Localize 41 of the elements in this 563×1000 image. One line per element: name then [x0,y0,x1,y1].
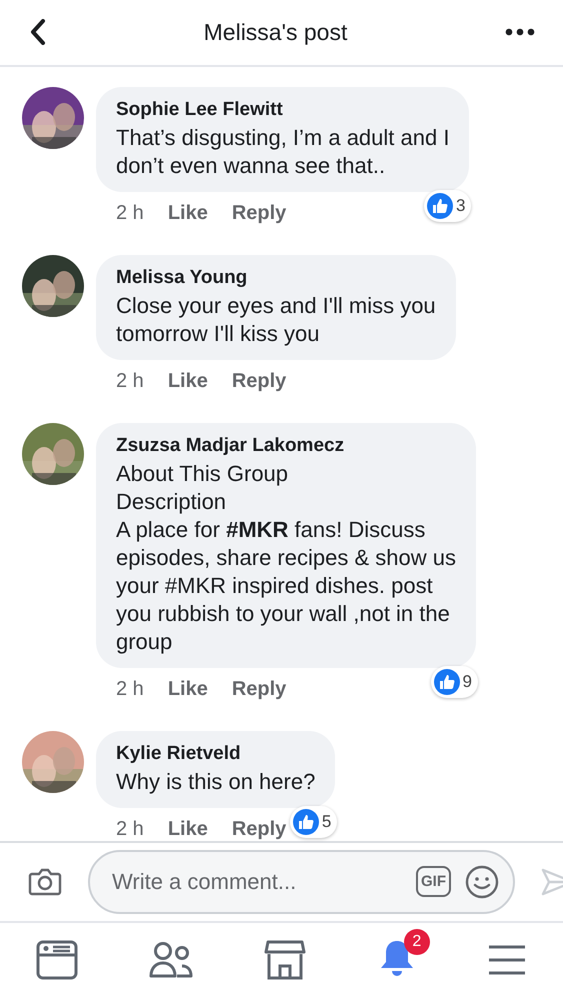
author-name[interactable]: Kylie Rietveld [116,742,316,765]
reaction-count: 5 [322,812,332,832]
comment-text: That’s disgusting, I’m a adult and I don’t even wanna see that.. [116,124,450,180]
like-link[interactable]: Like [168,202,208,225]
author-name[interactable]: Melissa Young [116,266,436,289]
reply-link[interactable]: Reply [232,818,286,841]
thumbs-up-icon [292,808,319,835]
thumbs-up-icon [426,192,453,219]
author-name[interactable]: Sophie Lee Flewitt [116,98,450,121]
reply-link[interactable]: Reply [232,370,286,393]
reaction-count: 3 [456,196,466,216]
comment-time: 2 h [116,202,144,225]
reply-link[interactable]: Reply [232,678,286,701]
comment-time: 2 h [116,370,144,393]
camera-icon[interactable] [28,866,62,897]
comment-text: About This Group Description A place for #MKR fans! Discuss episodes, share recipes & show us your #MKR inspired dishes. post you rubbish to your wall ,not in the group [116,460,456,656]
people-icon[interactable] [149,940,194,979]
gif-button[interactable]: GIF [416,866,451,898]
reaction-badge[interactable]: 5 [290,806,338,838]
comment-text: Why is this on here? [116,768,316,796]
post-title: Melissa's post [204,18,348,46]
store-icon[interactable] [264,940,306,980]
menu-icon[interactable] [487,944,528,976]
reply-link[interactable]: Reply [232,202,286,225]
notification-badge: 2 [404,929,430,956]
reaction-badge[interactable]: 9 [430,666,478,698]
more-icon[interactable] [505,28,535,36]
back-icon[interactable] [30,19,46,46]
comment-time: 2 h [116,818,144,841]
emoji-icon[interactable] [465,864,499,899]
news-feed-icon[interactable] [36,940,78,980]
reaction-badge[interactable]: 3 [424,190,472,222]
like-link[interactable]: Like [168,678,208,701]
comment-text: Close your eyes and I'll miss you tomorrow I'll kiss you [116,292,436,348]
like-link[interactable]: Like [168,370,208,393]
reaction-count: 9 [462,672,472,692]
author-name[interactable]: Zsuzsa Madjar Lakomecz [116,434,456,457]
comment-field[interactable]: Write a comment... GIF [88,850,515,914]
like-link[interactable]: Like [168,818,208,841]
comment-time: 2 h [116,678,144,701]
thumbs-up-icon [434,668,460,695]
